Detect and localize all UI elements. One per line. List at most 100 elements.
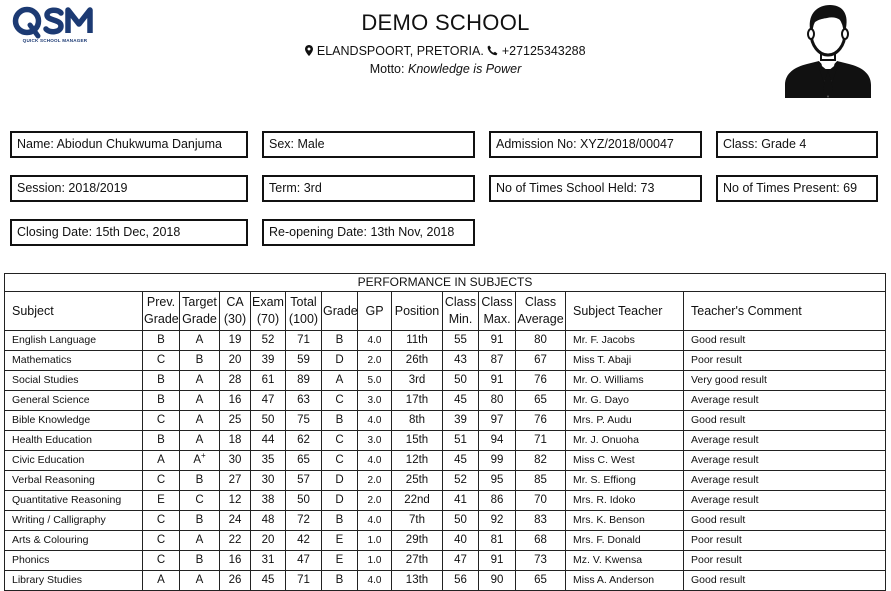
subject-cell: Mathematics: [4, 350, 143, 371]
position-cell: 15th: [391, 430, 443, 451]
class-min-cell: 51: [442, 430, 479, 451]
teacher-comment-cell: Average result: [682, 490, 887, 511]
target-grade-cell: A: [179, 330, 220, 351]
subject-teacher-cell: Miss A. Anderson: [565, 570, 684, 591]
class-average-cell: 76: [515, 370, 566, 391]
col-class-min: Class Min.: [442, 291, 479, 331]
gp-cell: 1.0: [357, 530, 392, 551]
class-max-cell: 91: [478, 370, 516, 391]
subject-teacher-cell: Mr. J. Onuoha: [565, 430, 684, 451]
gp-cell: 2.0: [357, 490, 392, 511]
performance-table: PERFORMANCE IN SUBJECTS Subject Prev. Gra…: [3, 273, 887, 591]
subject-cell: General Science: [4, 390, 143, 411]
prev-grade-cell: C: [142, 350, 180, 371]
table-row: Health Education B A 18 44 62 C 3.0 15th 51 94 71 Mr…: [4, 430, 887, 451]
class-average-cell: 65: [515, 390, 566, 411]
ca-cell: 26: [219, 570, 251, 591]
exam-cell: 48: [250, 510, 286, 531]
logo-subtitle: QUICK SCHOOL MANAGER: [22, 38, 88, 43]
closing-date-box: Closing Date: 15th Dec, 2018: [10, 219, 248, 246]
prev-grade-cell: C: [142, 510, 180, 531]
ca-cell: 18: [219, 430, 251, 451]
subject-teacher-cell: Mr. F. Jacobs: [565, 330, 684, 351]
grade-cell: B: [321, 330, 358, 351]
target-grade-cell: B: [179, 550, 220, 571]
gp-cell: 5.0: [357, 370, 392, 391]
col-gp: GP: [357, 291, 392, 331]
session-box: Session: 2018/2019: [10, 175, 248, 202]
prev-grade-cell: B: [142, 370, 180, 391]
position-cell: 13th: [391, 570, 443, 591]
subject-cell: Verbal Reasoning: [4, 470, 143, 491]
class-max-cell: 90: [478, 570, 516, 591]
subject-teacher-cell: Mrs. R. Idoko: [565, 490, 684, 511]
term-box: Term: 3rd: [262, 175, 475, 202]
subject-cell: Writing / Calligraphy: [4, 510, 143, 531]
total-cell: 71: [285, 330, 322, 351]
subject-cell: Arts & Colouring: [4, 530, 143, 551]
map-marker-icon: [305, 45, 314, 59]
exam-cell: 35: [250, 450, 286, 471]
class-max-cell: 80: [478, 390, 516, 411]
grade-cell: B: [321, 570, 358, 591]
gp-cell: 3.0: [357, 430, 392, 451]
target-grade-cell: A: [179, 530, 220, 551]
col-prev-grade: Prev. Grade: [142, 291, 180, 331]
target-grade-cell: A+: [179, 450, 220, 471]
class-max-cell: 94: [478, 430, 516, 451]
class-max-cell: 91: [478, 550, 516, 571]
target-grade-cell: C: [179, 490, 220, 511]
exam-cell: 61: [250, 370, 286, 391]
phone-icon: [487, 45, 498, 59]
total-cell: 72: [285, 510, 322, 531]
school-name: DEMO SCHOOL: [361, 10, 530, 35]
ca-cell: 30: [219, 450, 251, 471]
table-row: Phonics C B 16 31 47 E 1.0 27th 47 91 73 Mz. V. Kwen…: [4, 550, 887, 571]
gp-cell: 1.0: [357, 550, 392, 571]
teacher-comment-cell: Good result: [682, 510, 887, 531]
total-cell: 89: [285, 370, 322, 391]
address-text: ELANDSPOORT, PRETORIA.: [316, 44, 484, 58]
position-cell: 17th: [391, 390, 443, 411]
prev-grade-cell: C: [142, 550, 180, 571]
gp-cell: 4.0: [357, 450, 392, 471]
col-ca: CA (30): [219, 291, 251, 331]
table-row: Library Studies A A 26 45 71 B 4.0 13th 56 90 65 Mis…: [4, 570, 887, 591]
teacher-comment-cell: Average result: [682, 450, 887, 471]
subject-cell: Social Studies: [4, 370, 143, 391]
total-cell: 47: [285, 550, 322, 571]
col-subject-teacher: Subject Teacher: [565, 291, 684, 331]
subject-cell: Bible Knowledge: [4, 410, 143, 431]
exam-cell: 38: [250, 490, 286, 511]
total-cell: 63: [285, 390, 322, 411]
class-average-cell: 65: [515, 570, 566, 591]
exam-cell: 52: [250, 330, 286, 351]
class-min-cell: 45: [442, 450, 479, 471]
prev-grade-cell: C: [142, 410, 180, 431]
class-max-cell: 91: [478, 330, 516, 351]
teacher-comment-cell: Average result: [682, 430, 887, 451]
exam-cell: 30: [250, 470, 286, 491]
ca-cell: 27: [219, 470, 251, 491]
teacher-comment-cell: Poor result: [682, 350, 887, 371]
table-row: Mathematics C B 20 39 59 D 2.0 26th 43 87 67 Miss T.…: [4, 350, 887, 371]
target-grade-modifier: +: [201, 451, 206, 461]
motto-line: Motto: Knowledge is Power: [0, 62, 891, 76]
table-row: Bible Knowledge C A 25 50 75 B 4.0 8th 39 97 76 Mrs.…: [4, 410, 887, 431]
ca-cell: 22: [219, 530, 251, 551]
total-cell: 50: [285, 490, 322, 511]
student-avatar-icon: [783, 3, 873, 98]
prev-grade-cell: C: [142, 470, 180, 491]
class-box: Class: Grade 4: [716, 131, 878, 158]
grade-cell: B: [321, 510, 358, 531]
gp-cell: 2.0: [357, 350, 392, 371]
col-class-average: Class Average: [515, 291, 566, 331]
teacher-comment-cell: Poor result: [682, 550, 887, 571]
total-cell: 57: [285, 470, 322, 491]
position-cell: 3rd: [391, 370, 443, 391]
position-cell: 12th: [391, 450, 443, 471]
class-average-cell: 80: [515, 330, 566, 351]
grade-cell: E: [321, 550, 358, 571]
ca-cell: 16: [219, 550, 251, 571]
teacher-comment-cell: Poor result: [682, 530, 887, 551]
